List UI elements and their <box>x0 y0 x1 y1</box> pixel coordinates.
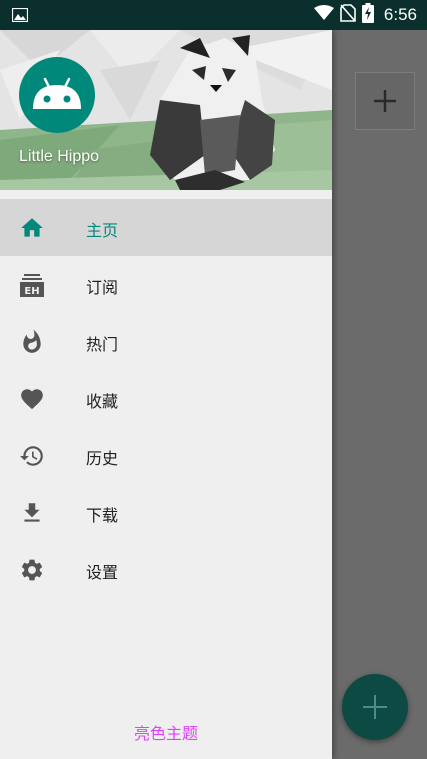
battery-charging-icon <box>361 3 374 27</box>
menu-item-label: 主页 <box>86 221 119 240</box>
image-icon <box>11 7 29 26</box>
menu-item-favorites[interactable]: 收藏 <box>0 370 332 427</box>
menu-item-label: 历史 <box>86 449 119 468</box>
fire-icon <box>19 329 45 355</box>
settings-icon <box>19 557 45 583</box>
plus-icon <box>374 90 396 112</box>
menu-item-label: 设置 <box>86 563 119 582</box>
drawer-header: Little Hippo <box>0 30 332 190</box>
menu-item-label: 下载 <box>86 506 119 525</box>
menu-item-label: 订阅 <box>86 278 119 297</box>
navigation-drawer: Little Hippo 主页 EH 订阅 热门 收藏 历史 下载 设置 亮色主… <box>0 30 332 759</box>
avatar[interactable] <box>19 57 95 133</box>
status-bar: 6:56 <box>0 0 427 30</box>
floating-action-button[interactable] <box>342 674 408 740</box>
menu-item-popular[interactable]: 热门 <box>0 313 332 370</box>
menu-item-history[interactable]: 历史 <box>0 427 332 484</box>
status-time: 6:56 <box>383 5 417 24</box>
username: Little Hippo <box>19 148 100 165</box>
wifi-icon <box>313 5 334 25</box>
no-sim-icon <box>340 4 356 26</box>
menu-item-home[interactable]: 主页 <box>0 199 332 256</box>
home-icon <box>19 215 45 241</box>
menu-item-downloads[interactable]: 下载 <box>0 484 332 541</box>
menu-item-label: 收藏 <box>86 392 119 411</box>
svg-text:EH: EH <box>24 286 39 297</box>
eh-subscribe-icon: EH <box>19 272 45 298</box>
plus-icon <box>363 695 387 719</box>
history-icon <box>19 443 45 469</box>
menu-item-subscriptions[interactable]: EH 订阅 <box>0 256 332 313</box>
light-theme-toggle[interactable]: 亮色主题 <box>0 720 332 744</box>
add-button[interactable] <box>355 72 415 130</box>
download-icon <box>19 500 45 526</box>
heart-icon <box>19 386 45 412</box>
drawer-menu: 主页 EH 订阅 热门 收藏 历史 下载 设置 <box>0 199 332 598</box>
android-avatar-icon <box>33 77 81 109</box>
menu-item-label: 热门 <box>86 335 119 354</box>
menu-item-settings[interactable]: 设置 <box>0 541 332 598</box>
